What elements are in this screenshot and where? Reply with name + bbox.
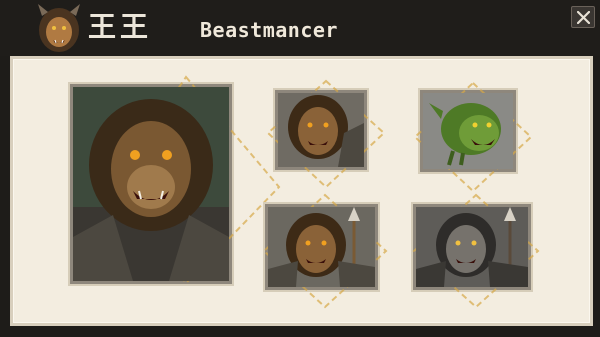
lion-warrior-art: [278, 93, 364, 167]
window-kanji-label: 王王: [88, 10, 153, 43]
beastmancer-window: 王王 Beastmancer: [0, 0, 600, 337]
close-icon: [577, 11, 590, 24]
window-titlebar: 王王 Beastmancer: [0, 0, 600, 56]
window-title: Beastmancer: [200, 18, 338, 42]
portrait-selection-panel: [10, 56, 593, 326]
lion-spearman-art: [268, 207, 375, 287]
grey-wolf-spearman-portrait[interactable]: [412, 193, 540, 309]
green-beast-art: [423, 93, 513, 169]
lion-warrior-large-portrait[interactable]: [70, 75, 281, 285]
green-beast-portrait[interactable]: [413, 81, 533, 193]
close-button[interactable]: [571, 6, 595, 28]
grey-wolf-spearman-art: [416, 207, 528, 287]
lion-spearman-portrait[interactable]: [262, 193, 388, 309]
lion-warrior-portrait[interactable]: [266, 79, 386, 189]
lion-warrior-portrait-icon: [38, 4, 80, 52]
lion-warrior-art: [73, 87, 229, 281]
